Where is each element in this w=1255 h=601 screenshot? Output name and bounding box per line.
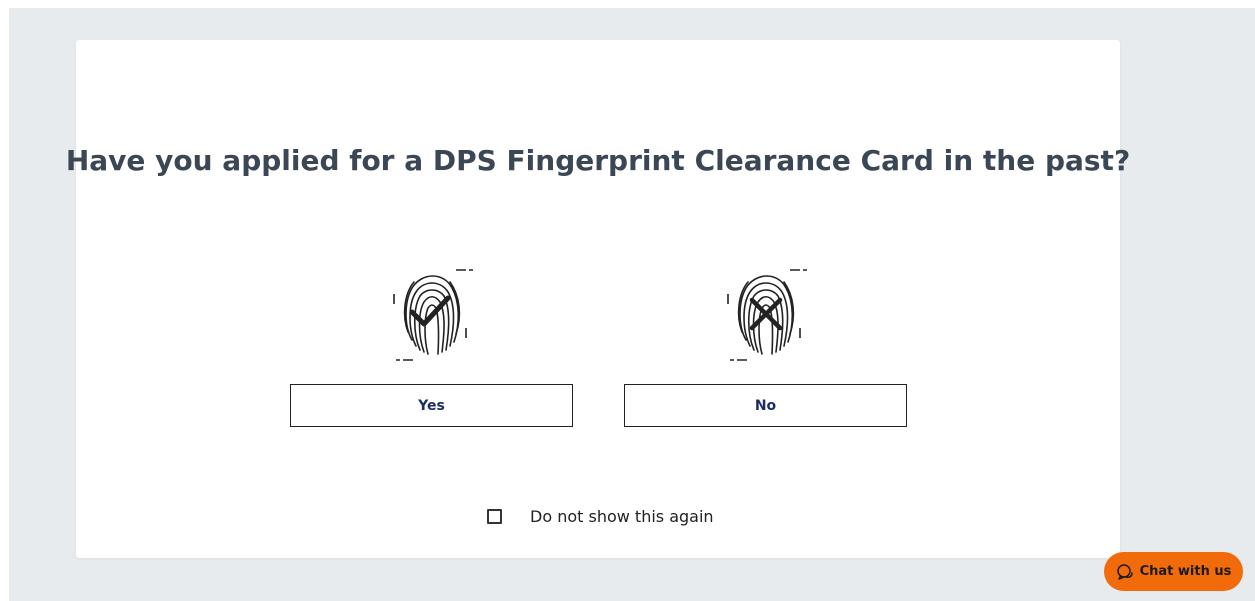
no-button[interactable]: No [624,384,907,427]
chat-with-us-button[interactable]: Chat with us [1104,552,1243,591]
option-yes: Yes [290,262,573,427]
dont-show-again-label: Do not show this again [530,506,714,526]
dont-show-again-checkbox[interactable] [487,508,502,524]
chat-bubble-icon [1116,563,1133,580]
question-card: Have you applied for a DPS Fingerprint C… [66,40,1130,558]
option-no: No [624,262,907,427]
fingerprint-x-icon [726,269,807,361]
chat-with-us-label: Chat with us [1139,564,1232,579]
fingerprint-check-icon [392,269,473,361]
yes-button[interactable]: Yes [290,384,573,427]
dont-show-again-row: Do not show this again [487,505,714,527]
question-heading: Have you applied for a DPS Fingerprint C… [65,144,1131,177]
